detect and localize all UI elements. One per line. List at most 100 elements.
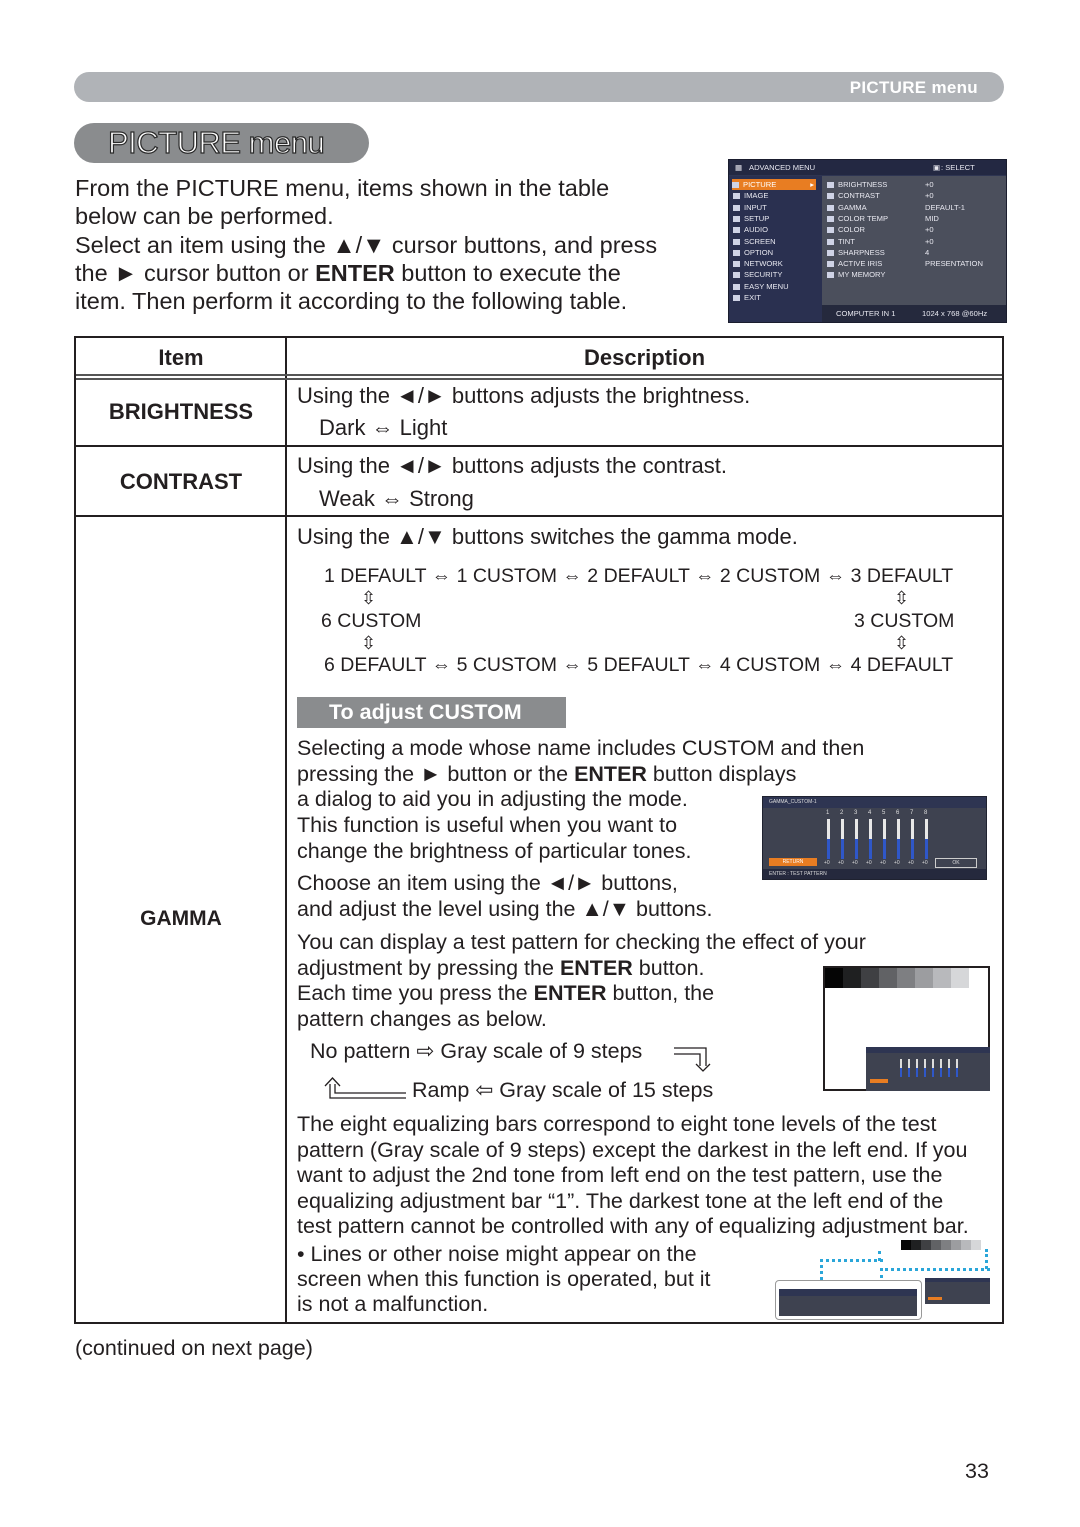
osd-submenu-label: CONTRAST bbox=[838, 191, 880, 201]
updown-arrow-icon: ⇳ bbox=[361, 588, 377, 608]
submenu-item-icon bbox=[827, 227, 834, 234]
submenu-item-icon bbox=[827, 261, 834, 268]
osd-submenu-value: MID bbox=[925, 213, 939, 223]
advanced-menu-screenshot: ▦ ADVANCED MENU ▣ : SELECT COMPUTER IN 1… bbox=[728, 159, 1007, 323]
osd-submenu-label: TINT bbox=[838, 236, 855, 246]
contrast-description: Using the ◄/► buttons adjusts the contra… bbox=[297, 453, 727, 478]
page-header-banner: PICTURE menu bbox=[74, 72, 1004, 102]
osd-menu-item-label: NETWORK bbox=[744, 259, 783, 269]
mini-return-button bbox=[870, 1079, 888, 1083]
noise-note: • Lines or other noise might appear on t… bbox=[297, 1242, 711, 1317]
osd-submenu-item: COLOR bbox=[827, 224, 865, 235]
text-line: equalizing adjustment bar “1”. The darke… bbox=[297, 1188, 944, 1213]
osd-submenu-value: PRESENTATION bbox=[925, 259, 983, 269]
section-title-text: PICTURE menu bbox=[107, 124, 325, 160]
mini-equalizer-bar bbox=[940, 1059, 942, 1077]
submenu-item-icon bbox=[827, 238, 834, 245]
mini-equalizer-bar bbox=[900, 1059, 902, 1077]
text-line: screen when this function is operated, b… bbox=[297, 1267, 711, 1291]
osd-submenu-item: SHARPNESS bbox=[827, 247, 885, 258]
gray-step-swatch bbox=[931, 1240, 941, 1250]
osd-submenu-item: ACTIVE IRIS bbox=[827, 258, 882, 269]
brightness-range: Dark ⇔ Light bbox=[319, 415, 448, 440]
osd-submenu-value: DEFAULT-1 bbox=[925, 202, 965, 212]
equalizer-bar-number: 8 bbox=[924, 810, 928, 816]
enter-keyword: ENTER bbox=[574, 761, 647, 786]
mini-equalizer-bar bbox=[908, 1059, 910, 1077]
brightness-description: Using the ◄/► buttons adjusts the bright… bbox=[297, 383, 751, 408]
updown-arrow-icon: ⇳ bbox=[361, 633, 377, 653]
osd-submenu-item: MY MEMORY bbox=[827, 269, 885, 280]
banner-label: PICTURE menu bbox=[849, 78, 978, 97]
equalizer-bar-number: 3 bbox=[854, 810, 858, 816]
gray-step-swatch bbox=[861, 968, 879, 988]
loop-back-arrow-icon bbox=[324, 1077, 406, 1099]
mini-bar-fill bbox=[908, 1068, 910, 1077]
menu-item-icon bbox=[733, 249, 740, 256]
osd-menu-item-label: EXIT bbox=[744, 293, 761, 302]
osd-menu-item-label: INPUT bbox=[744, 202, 767, 212]
osd-menu-item: SCREEN bbox=[733, 236, 776, 247]
pattern-cycle-row-2: Ramp ⇦ Gray scale of 15 steps bbox=[412, 1078, 714, 1102]
gray-step-swatch bbox=[921, 1240, 931, 1250]
mini-return-button bbox=[928, 1297, 942, 1300]
text-line: • Lines or other noise might appear on t… bbox=[297, 1242, 697, 1266]
equalizer-bar-number: 1 bbox=[826, 810, 830, 816]
equalizer-bar bbox=[855, 819, 858, 859]
menu-item-icon bbox=[733, 295, 740, 301]
osd-input: COMPUTER IN 1 bbox=[836, 309, 896, 318]
mini-equalizer-bar bbox=[924, 1059, 926, 1077]
osd-submenu-label: GAMMA bbox=[838, 202, 867, 212]
intro-text-span: button to execute the bbox=[394, 259, 621, 286]
osd-submenu-value: +0 bbox=[925, 191, 934, 201]
menu-item-icon bbox=[733, 215, 740, 222]
gray-step-swatch bbox=[825, 968, 843, 988]
equalizer-bar-number: 6 bbox=[896, 810, 900, 816]
mini-equalizer-bar bbox=[916, 1059, 918, 1077]
equalizer-bar-fill bbox=[855, 839, 858, 859]
osd-submenu-value: +0 bbox=[925, 225, 934, 235]
intro-line: the ► cursor button or ENTER button to e… bbox=[75, 259, 725, 287]
table-row-divider bbox=[76, 445, 1002, 447]
zoomed-dialog-header bbox=[779, 1289, 917, 1296]
equalizer-bar-value: +0 bbox=[824, 860, 830, 866]
equalizer-bar bbox=[897, 819, 900, 859]
mini-dialog-header bbox=[925, 1278, 990, 1282]
osd-menu-item: NETWORK bbox=[733, 258, 783, 269]
gray-step-swatch bbox=[961, 1240, 971, 1250]
osd-submenu-label: MY MEMORY bbox=[838, 270, 886, 280]
submenu-item-icon bbox=[827, 215, 834, 222]
mini-bar-fill bbox=[924, 1068, 926, 1077]
mini-equalizer-bar bbox=[956, 1059, 958, 1077]
gray-step-swatch bbox=[897, 968, 915, 988]
submenu-item-icon bbox=[827, 182, 834, 188]
equalizer-bar-fill bbox=[869, 839, 872, 859]
equalizer-explanation: The eight equalizing bars correspond to … bbox=[297, 1112, 969, 1240]
menu-item-icon bbox=[733, 204, 740, 211]
intro-line: item. Then perform it according to the f… bbox=[75, 288, 628, 315]
text-line: Each time you press the ENTER button, th… bbox=[297, 981, 866, 1007]
gray-step-swatch bbox=[971, 1240, 981, 1250]
text-span: button. bbox=[632, 955, 705, 980]
text-line: Choose an item using the ◄/► buttons, bbox=[297, 871, 678, 895]
gamma-description: Using the ▲/▼ buttons switches the gamma… bbox=[297, 524, 798, 549]
column-header-item: Item bbox=[158, 345, 204, 370]
table-row-divider bbox=[76, 515, 1002, 517]
osd-submenu-label: COLOR TEMP bbox=[838, 213, 889, 223]
osd-menu-item: PICTURE ▸ bbox=[732, 179, 816, 190]
equalizer-bar-fill bbox=[841, 839, 844, 859]
osd-submenu-value: +0 bbox=[925, 236, 934, 246]
menu-item-icon bbox=[733, 261, 740, 268]
text-line: You can display a test pattern for check… bbox=[297, 930, 866, 954]
osd-menu-item: AUDIO bbox=[733, 224, 768, 235]
osd-submenu-label: COLOR bbox=[838, 225, 866, 235]
menu-item-icon bbox=[733, 283, 740, 290]
gray-step-swatch bbox=[879, 968, 897, 988]
gamma-cycle-row: 1 DEFAULT ⇔ 1 CUSTOM ⇔ 2 DEFAULT ⇔ 2 CUS… bbox=[324, 565, 954, 587]
intro-line: Select an item using the ▲/▼ cursor butt… bbox=[75, 231, 658, 258]
osd-menu-item: SECURITY bbox=[733, 269, 782, 280]
osd-submenu-value: 4 bbox=[925, 247, 930, 257]
gray-step-swatch bbox=[941, 1240, 951, 1250]
text-line: pattern changes as below. bbox=[297, 1007, 547, 1032]
mini-dialog-header bbox=[866, 1047, 990, 1053]
